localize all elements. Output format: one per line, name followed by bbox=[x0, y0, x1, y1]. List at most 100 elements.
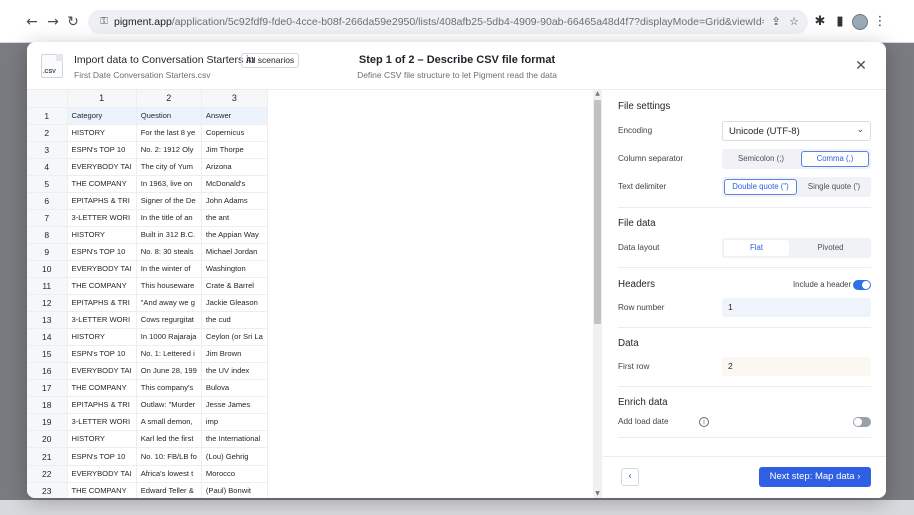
cell-category: 3-LETTER WORI bbox=[67, 209, 137, 227]
table-row: 21 ESPN's TOP 10 No. 10: FB/LB fo (Lou) Geh… bbox=[27, 447, 268, 466]
row-number-input[interactable]: 1 bbox=[722, 298, 871, 317]
add-load-date-toggle[interactable] bbox=[853, 417, 871, 427]
menu-icon[interactable]: ⋮ bbox=[870, 12, 890, 32]
cell-category: HISTORY bbox=[67, 430, 137, 449]
grid-scrollbar[interactable]: ▲ ▼ bbox=[593, 90, 602, 498]
extensions-icon[interactable]: ✱ bbox=[810, 12, 830, 32]
cell-question: Cows regurgitat bbox=[136, 311, 202, 330]
cell-answer: the ant bbox=[201, 209, 268, 227]
cell-category: ESPN's TOP 10 bbox=[67, 447, 137, 466]
cell-category: EPITAPHS & TRI bbox=[67, 192, 137, 210]
table-row: 16 EVERYBODY TAI On June 28, 199 the UV ind… bbox=[27, 362, 268, 381]
layout-flat[interactable]: Flat bbox=[724, 240, 789, 256]
data-layout-label: Data layout bbox=[618, 243, 660, 252]
cell-category: THE COMPANY bbox=[67, 482, 137, 498]
cell-question: No. 10: FB/LB fo bbox=[136, 447, 202, 466]
cell-category: EPITAPHS & TRI bbox=[67, 294, 137, 313]
close-icon[interactable]: ✕ bbox=[853, 58, 869, 74]
table-row: 17 THE COMPANY This company's Bulova bbox=[27, 379, 268, 398]
row-number-cell: 3 bbox=[27, 141, 68, 159]
table-row: 18 EPITAPHS & TRI Outlaw: "Murder Jesse Jam… bbox=[27, 396, 268, 415]
cell-answer: Ceylon (or Sri La bbox=[201, 328, 268, 347]
table-row: 11 THE COMPANY This houseware Crate & Barre… bbox=[27, 277, 268, 296]
cell-answer: Washington bbox=[201, 260, 268, 279]
row-number-cell: 22 bbox=[27, 465, 68, 483]
cell-category: ESPN's TOP 10 bbox=[67, 243, 137, 261]
cell-answer: Michael Jordan bbox=[201, 243, 268, 261]
cell-question: Edward Teller & bbox=[136, 482, 202, 498]
row-number-cell: 19 bbox=[27, 413, 68, 432]
separator-semicolon[interactable]: Semicolon (;) bbox=[724, 151, 798, 167]
cell-question: Question bbox=[136, 107, 202, 125]
cell-answer: John Adams bbox=[201, 192, 268, 210]
reload-icon[interactable]: ↻ bbox=[63, 12, 83, 32]
layout-pivoted[interactable]: Pivoted bbox=[792, 240, 869, 256]
first-row-input[interactable]: 2 bbox=[722, 357, 871, 376]
cell-question: The city of Yum bbox=[136, 158, 202, 176]
encoding-select[interactable]: Unicode (UTF-8) ⌄ bbox=[722, 121, 871, 141]
cell-category: HISTORY bbox=[67, 226, 137, 244]
row-number-cell: 16 bbox=[27, 362, 68, 381]
address-bar[interactable]: ⚿ pigment.app/application/5c92fdf9-fde0-… bbox=[88, 10, 808, 34]
delimiter-single-quote[interactable]: Single quote (') bbox=[799, 179, 869, 195]
table-row: 15 ESPN's TOP 10 No. 1: Lettered i Jim Brow… bbox=[27, 345, 268, 364]
cell-category: Category bbox=[67, 107, 137, 125]
cell-answer: Copernicus bbox=[201, 124, 268, 142]
table-row: 10 EVERYBODY TAI In the winter of Washingto… bbox=[27, 260, 268, 279]
cell-answer: Arizona bbox=[201, 158, 268, 176]
include-header-label: Include a header bbox=[793, 280, 852, 289]
include-header-toggle[interactable] bbox=[853, 280, 871, 290]
cell-category: ESPN's TOP 10 bbox=[67, 141, 137, 159]
table-row: 6 EPITAPHS & TRI Signer of the De John Adam… bbox=[27, 192, 268, 210]
url-host: pigment.app bbox=[114, 16, 172, 28]
delimiter-double-quote[interactable]: Double quote (") bbox=[724, 179, 797, 195]
url-text[interactable]: pigment.app/application/5c92fdf9-fde0-4c… bbox=[114, 15, 764, 29]
chevron-down-icon: ⌄ bbox=[856, 125, 864, 135]
row-number-cell: 11 bbox=[27, 277, 68, 296]
headers-title: Headers bbox=[618, 279, 656, 290]
cell-category: HISTORY bbox=[67, 124, 137, 142]
cell-question: Signer of the De bbox=[136, 192, 202, 210]
forward-arrow-icon[interactable]: → bbox=[43, 12, 63, 32]
cell-answer: Jim Brown bbox=[201, 345, 268, 364]
row-number-cell: 6 bbox=[27, 192, 68, 210]
row-number-cell: 7 bbox=[27, 209, 68, 227]
scrollbar-thumb[interactable] bbox=[594, 100, 601, 324]
text-delimiter-toggle: Double quote (") Single quote (') bbox=[722, 177, 871, 197]
divider bbox=[618, 267, 871, 268]
cell-answer: Jim Thorpe bbox=[201, 141, 268, 159]
row-number-cell: 5 bbox=[27, 175, 68, 193]
info-icon[interactable]: i bbox=[699, 417, 709, 427]
share-icon[interactable]: ⇪ bbox=[768, 14, 784, 30]
table-row: 23 THE COMPANY Edward Teller & (Paul) Bonwi… bbox=[27, 482, 268, 498]
side-panel-icon[interactable]: ▮ bbox=[830, 12, 850, 32]
scenario-badge[interactable]: All scenarios bbox=[241, 53, 300, 68]
profile-avatar[interactable] bbox=[852, 14, 868, 30]
cell-question: No. 1: Lettered i bbox=[136, 345, 202, 364]
next-step-button[interactable]: Next step: Map data › bbox=[759, 467, 871, 487]
column-separator-label: Column separator bbox=[618, 154, 684, 163]
back-button[interactable]: ‹ bbox=[621, 468, 639, 486]
cell-category: THE COMPANY bbox=[67, 277, 137, 296]
site-info-icon[interactable]: ⚿ bbox=[96, 14, 112, 30]
cell-category: ESPN's TOP 10 bbox=[67, 345, 137, 364]
table-row: 19 3-LETTER WORI A small demon, imp bbox=[27, 413, 268, 432]
table-row: 13 3-LETTER WORI Cows regurgitat the cud bbox=[27, 311, 268, 330]
file-name: First Date Conversation Starters.csv bbox=[74, 70, 211, 80]
step-subtitle: Define CSV file structure to let Pigment… bbox=[357, 70, 557, 80]
row-number-cell: 8 bbox=[27, 226, 68, 244]
cell-category: EPITAPHS & TRI bbox=[67, 396, 137, 415]
chevron-right-icon: › bbox=[857, 471, 861, 482]
row-number-label: Row number bbox=[618, 303, 665, 312]
row-number-cell: 18 bbox=[27, 396, 68, 415]
back-arrow-icon[interactable]: ← bbox=[22, 12, 42, 32]
column-separator-toggle: Semicolon (;) Comma (,) bbox=[722, 149, 871, 169]
star-icon[interactable]: ☆ bbox=[786, 14, 802, 30]
url-path: /application/5c92fdf9-fde0-4cce-b08f-266… bbox=[171, 16, 764, 28]
separator-comma[interactable]: Comma (,) bbox=[801, 151, 869, 167]
row-number-cell: 12 bbox=[27, 294, 68, 313]
data-layout-toggle: Flat Pivoted bbox=[722, 238, 871, 258]
corner-cell bbox=[27, 90, 68, 108]
csv-preview-grid: 1 2 3 1 Category Question Answer 2 HISTORY For… bbox=[27, 90, 593, 498]
table-row: 2 HISTORY For the last 8 ye Copernicus bbox=[27, 124, 268, 142]
